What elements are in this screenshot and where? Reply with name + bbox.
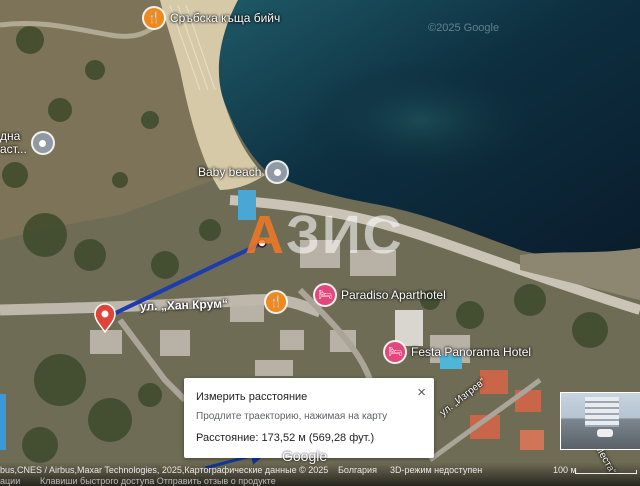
place-left-cut[interactable]: дна аст... [0,130,53,156]
mode-3d-label: 3D-режим недоступен [390,465,483,475]
scale-label[interactable]: 100 м [553,465,577,475]
street-view-thumbnail[interactable] [560,392,640,450]
poi-icon [267,162,288,182]
footer-links[interactable]: Клавиши быстрого доступа Отправить отзыв… [40,476,276,486]
logo-rest: ЗИС [286,205,404,265]
place-label: Paradiso Aparthotel [341,288,446,302]
reef-shadow [300,60,540,180]
start-pin-dot [101,310,109,318]
popup-hint: Продлите траекторию, нажимая на карту [196,411,388,422]
distance-readout: Расстояние: 173,52 м (569,28 фут.) [196,432,374,444]
layers-thumbnail[interactable] [0,394,6,450]
car-image [597,429,613,437]
copyright-watermark: ©2025 Google [428,22,500,34]
place-label: Сръбска къща бийч [170,11,281,25]
hotel-icon: 🛏 [315,285,335,305]
restaurant-icon: 🍴 [144,8,164,28]
place-food-road[interactable]: 🍴 [266,292,286,312]
hotel-icon: 🛏 [385,342,405,362]
close-icon[interactable]: × [417,384,426,401]
map-footer: bus,CNES / Airbus,Maxar Technologies, 20… [0,462,640,486]
poi-icon [32,133,53,153]
place-srabska[interactable]: 🍴 Сръбска къща бийч [144,8,280,28]
watermark-logo: АЗИС [245,204,404,266]
measure-distance-popup: Измерить расстояние × Продлите траектори… [184,378,434,458]
restaurant-icon: 🍴 [266,292,286,312]
place-label: дна аст... [0,129,27,156]
place-paradiso[interactable]: 🛏 Paradiso Aparthotel [315,285,446,305]
footer-cut-label: ации [0,476,21,486]
place-festa[interactable]: 🛏 Festa Panorama Hotel [385,342,531,362]
popup-title: Измерить расстояние [196,391,308,403]
distance-value: 173,52 м (569,28 фут.) [261,432,375,444]
building-image [585,397,619,427]
place-label: Festa Panorama Hotel [411,345,532,359]
place-baby-beach[interactable]: Baby beach [198,162,288,182]
logo-first-letter: А [245,205,286,265]
distance-label: Расстояние: [196,432,259,444]
place-label: Baby beach [198,165,262,179]
scale-bar [575,470,637,474]
attribution-text[interactable]: bus,CNES / Airbus,Maxar Technologies, 20… [0,465,328,475]
country-label: Болгария [338,465,377,475]
